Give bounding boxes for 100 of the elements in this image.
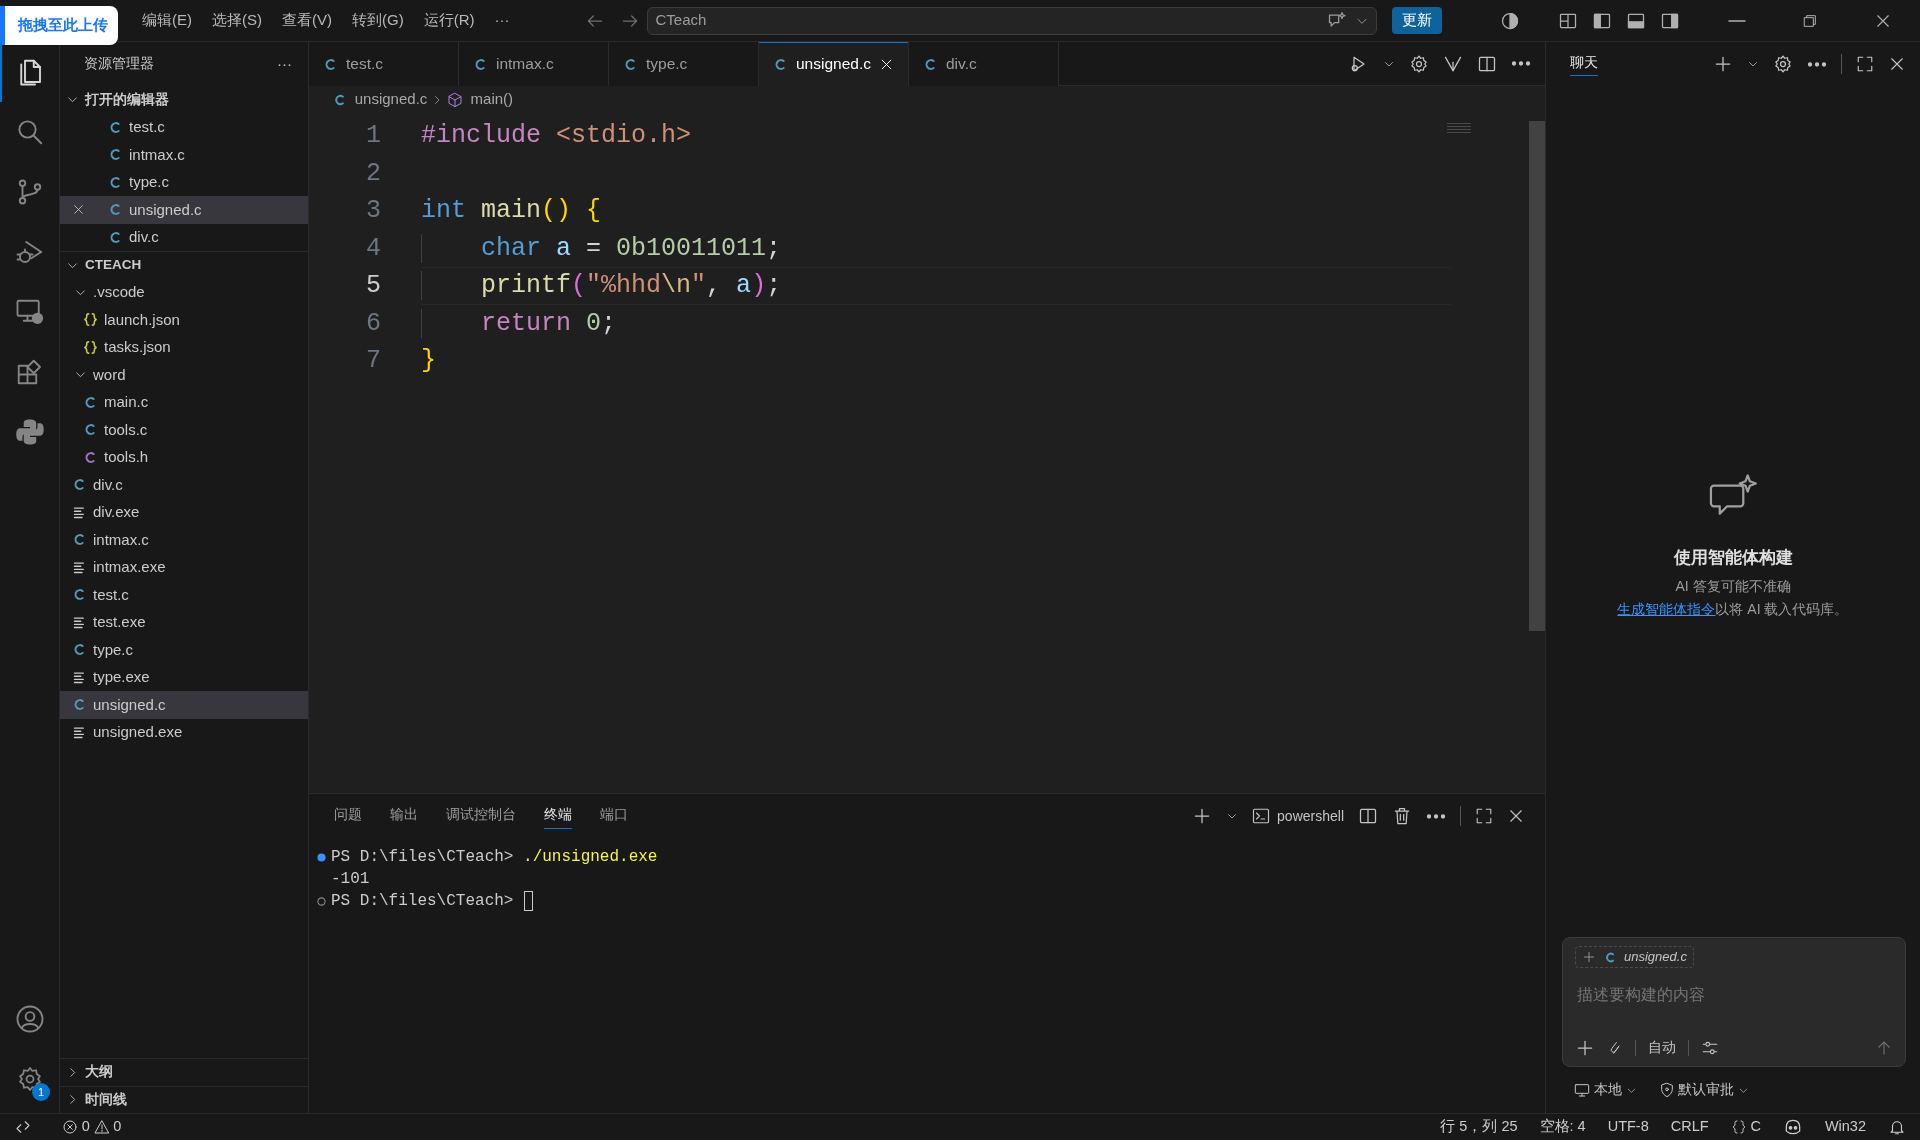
editor-tab[interactable]: intmax.c [459,42,609,86]
account-icon [15,1004,45,1034]
folder-item[interactable]: .vscode [60,278,308,306]
open-editor-item[interactable]: unsigned.c [60,196,308,224]
indentation-status[interactable]: 空格: 4 [1539,1116,1586,1138]
file-item[interactable]: type.exe [60,663,308,691]
eol-status[interactable]: CRLF [1670,1116,1709,1138]
file-item[interactable]: main.c [60,388,308,416]
section-header[interactable]: CTEACH [60,251,308,279]
menu-item[interactable]: 转到(G) [342,9,414,32]
lines-icon [72,669,87,685]
python-icon [15,417,45,447]
file-item[interactable]: launch.json [60,306,308,334]
editor-tab[interactable]: div.c [909,42,1059,86]
file-item[interactable]: intmax.exe [60,553,308,581]
line-number: 5 [365,270,382,302]
command-center[interactable]: CTeach [647,6,1377,35]
code-line: } [421,345,437,377]
language-status[interactable]: C [1730,1116,1761,1138]
chat-tab[interactable]: 聊天 [1570,52,1598,76]
cursor-position[interactable]: 行 5，列 25 [1440,1116,1518,1138]
file-item[interactable]: div.c [60,471,308,499]
code-line: char a = 0b10011011; [421,229,1451,267]
upload-badge[interactable]: 拖拽至此上传 [0,6,118,45]
plus-icon [1713,54,1733,74]
menu-item[interactable]: 运行(R) [413,9,485,32]
editor-tab[interactable]: test.c [309,42,459,86]
panel-tab[interactable]: 问题 [334,803,362,829]
explorer-title: 资源管理器 [84,54,154,73]
close-icon [1507,807,1525,825]
lines-icon [72,504,87,520]
code-line: return 0; [421,304,1451,342]
file-item[interactable]: intmax.c [60,526,308,554]
c-file-icon [1603,950,1617,964]
encoding-status[interactable]: UTF-8 [1607,1116,1649,1138]
braces-icon [83,339,98,355]
panel-tab[interactable]: 端口 [600,803,628,829]
file-item[interactable]: type.c [60,636,308,664]
line-number: 1 [365,120,382,152]
mode-picker[interactable]: 自动 [1648,1037,1676,1058]
menu-item[interactable]: 查看(V) [272,9,342,32]
section-header[interactable]: 大纲 [60,1058,308,1086]
approval-picker[interactable]: 默认审批 [1658,1079,1749,1101]
code-line: int main() { [421,195,603,227]
context-chip[interactable]: unsigned.c [1575,946,1694,968]
file-item[interactable]: tools.h [60,443,308,471]
update-button[interactable]: 更新 [1392,7,1442,34]
plus-icon [1582,950,1596,964]
breadcrumb-item[interactable]: main() [470,88,514,111]
minimize-icon [1728,18,1746,23]
monitor-icon [15,297,45,327]
restore-icon [1802,12,1818,29]
code-line: #include <stdio.h> [421,120,693,152]
chat-input[interactable]: unsigned.c 描述要构建的内容 自动 [1562,937,1906,1067]
editor-tab[interactable]: unsigned.c [759,42,909,86]
terminal-line: PS D:\files\CTeach> [331,891,515,912]
open-editor-item[interactable]: intmax.c [60,141,308,169]
menu-item[interactable]: ··· [484,9,520,32]
line-number: 2 [365,157,382,190]
remote-icon [14,1118,32,1136]
panel-tab[interactable]: 终端 [544,803,572,829]
chat-note: AI 答复可能不准确 [1675,576,1791,596]
file-item[interactable]: unsigned.exe [60,718,308,746]
more-button[interactable]: ··· [277,52,292,76]
open-editor-item[interactable]: type.c [60,168,308,196]
file-item[interactable]: unsigned.c [60,691,308,719]
open-editor-item[interactable]: test.c [60,113,308,141]
line-number: 3 [365,195,382,227]
chat-input-field[interactable]: 描述要构建的内容 [1575,982,1893,1008]
problems-indicator[interactable]: 0 0 [62,1116,122,1138]
file-item[interactable]: div.exe [60,498,308,526]
file-item[interactable]: test.exe [60,608,308,636]
panel-tab[interactable]: 调试控制台 [446,803,516,829]
location-picker[interactable]: 本地 [1574,1079,1637,1101]
menu-item[interactable]: 编辑(E) [132,9,202,32]
search-icon [15,117,45,147]
file-item[interactable]: test.c [60,581,308,609]
editor-tab[interactable]: type.c [609,42,759,86]
monitor-icon [1574,1082,1590,1098]
platform-status[interactable]: Win32 [1824,1116,1866,1138]
code-line: printf("%hhd\n", a); [421,267,1451,305]
line-number: 7 [365,345,382,377]
section-header[interactable]: 打开的编辑器 [60,86,308,114]
trash-icon [1392,806,1412,826]
folder-item[interactable]: word [60,361,308,389]
line-number: 6 [365,307,382,340]
breadcrumb-item[interactable]: unsigned.c [354,88,428,111]
instructions-link[interactable]: 生成智能体指令 [1617,600,1716,617]
lines-icon [72,724,87,740]
settings-button[interactable]: 1 [0,1049,60,1109]
file-item[interactable]: tools.c [60,416,308,444]
braces-icon [83,312,98,328]
half-circle-icon [1500,10,1520,31]
open-editor-item[interactable]: div.c [60,223,308,251]
line-number: 4 [365,232,382,265]
panel-tab[interactable]: 输出 [390,803,418,829]
terminal-selector[interactable]: powershell [1251,805,1344,827]
file-item[interactable]: tasks.json [60,333,308,361]
menu-item[interactable]: 选择(S) [202,9,272,32]
chat-heading: 使用智能体构建 [1673,547,1793,568]
